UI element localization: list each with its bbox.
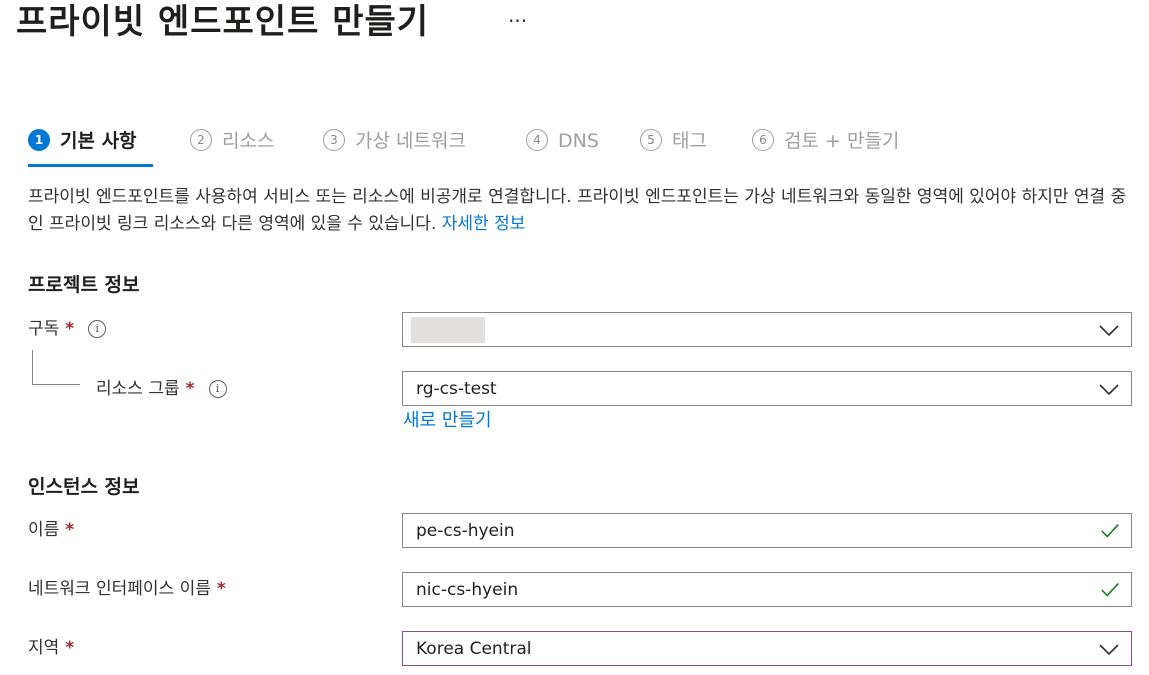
resource-group-label-row: 리소스 그룹 * i [96, 377, 227, 401]
step-number-icon: 4 [526, 129, 548, 151]
checkmark-icon [1101, 582, 1119, 597]
resource-group-dropdown[interactable]: rg-cs-test [402, 371, 1132, 406]
step-label: 리소스 [222, 130, 275, 152]
step-number-icon: 3 [323, 129, 345, 151]
step-label: DNS [558, 130, 599, 152]
more-options-icon[interactable]: ··· [508, 6, 527, 36]
step-tags[interactable]: 5 태그 [640, 126, 707, 168]
nic-name-value: nic-cs-hyein [416, 579, 519, 600]
region-value: Korea Central [416, 638, 532, 659]
region-label-row: 지역 * [28, 636, 74, 660]
info-icon[interactable]: i [88, 320, 107, 338]
required-mark: * [216, 579, 226, 599]
learn-more-link[interactable]: 자세한 정보 [442, 214, 526, 234]
info-icon[interactable]: i [208, 380, 227, 398]
instance-details-heading: 인스턴스 정보 [28, 476, 140, 498]
tree-connector [32, 350, 33, 384]
project-details-heading: 프로젝트 정보 [28, 274, 140, 296]
create-new-resource-group-link[interactable]: 새로 만들기 [403, 406, 492, 432]
name-value: pe-cs-hyein [416, 520, 515, 541]
required-mark: * [185, 379, 195, 399]
step-number-icon: 5 [640, 129, 662, 151]
region-label: 지역 [28, 638, 60, 658]
subscription-label-row: 구독 * i [28, 317, 107, 341]
redacted-subscription-value [411, 316, 485, 343]
resource-group-value: rg-cs-test [416, 378, 497, 399]
required-mark: * [65, 319, 75, 339]
subscription-dropdown[interactable] [402, 312, 1132, 347]
chevron-down-icon [1099, 383, 1119, 395]
step-review-create[interactable]: 6 검토 + 만들기 [752, 126, 899, 168]
step-basics[interactable]: 1 기본 사항 [28, 126, 153, 168]
step-number-icon: 6 [752, 129, 774, 151]
required-mark: * [65, 520, 75, 540]
description: 프라이빗 엔드포인트를 사용하여 서비스 또는 리소스에 비공개로 연결합니다.… [28, 184, 1138, 238]
create-private-endpoint-page: 프라이빗 엔드포인트 만들기 ··· 1 기본 사항 2 리소스 3 가상 네트… [0, 0, 1149, 675]
step-label: 검토 + 만들기 [784, 130, 900, 152]
step-number-icon: 1 [28, 129, 50, 151]
name-label-row: 이름 * [28, 518, 74, 542]
nic-name-input[interactable]: nic-cs-hyein [402, 572, 1132, 607]
active-step-indicator [28, 164, 153, 167]
tree-connector [32, 384, 80, 385]
step-dns[interactable]: 4 DNS [526, 126, 599, 168]
checkmark-icon [1101, 523, 1119, 538]
step-resource[interactable]: 2 리소스 [190, 126, 274, 168]
nic-label: 네트워크 인터페이스 이름 [28, 579, 211, 599]
step-label: 기본 사항 [60, 130, 137, 152]
step-label: 태그 [672, 130, 707, 152]
chevron-down-icon [1099, 643, 1119, 655]
name-input[interactable]: pe-cs-hyein [402, 513, 1132, 548]
step-virtual-network[interactable]: 3 가상 네트워크 [323, 126, 466, 168]
step-number-icon: 2 [190, 129, 212, 151]
region-dropdown[interactable]: Korea Central [402, 631, 1132, 666]
page-title: 프라이빗 엔드포인트 만들기 [16, 2, 430, 42]
subscription-label: 구독 [28, 319, 60, 339]
description-text: 프라이빗 엔드포인트를 사용하여 서비스 또는 리소스에 비공개로 연결합니다.… [28, 187, 1127, 234]
chevron-down-icon [1099, 324, 1119, 336]
required-mark: * [65, 638, 75, 658]
nic-label-row: 네트워크 인터페이스 이름 * [28, 577, 226, 601]
wizard-steps: 1 기본 사항 2 리소스 3 가상 네트워크 4 DNS 5 태그 6 검토 … [28, 126, 1128, 168]
step-label: 가상 네트워크 [355, 130, 466, 152]
resource-group-label: 리소스 그룹 [96, 379, 180, 399]
name-label: 이름 [28, 520, 60, 540]
